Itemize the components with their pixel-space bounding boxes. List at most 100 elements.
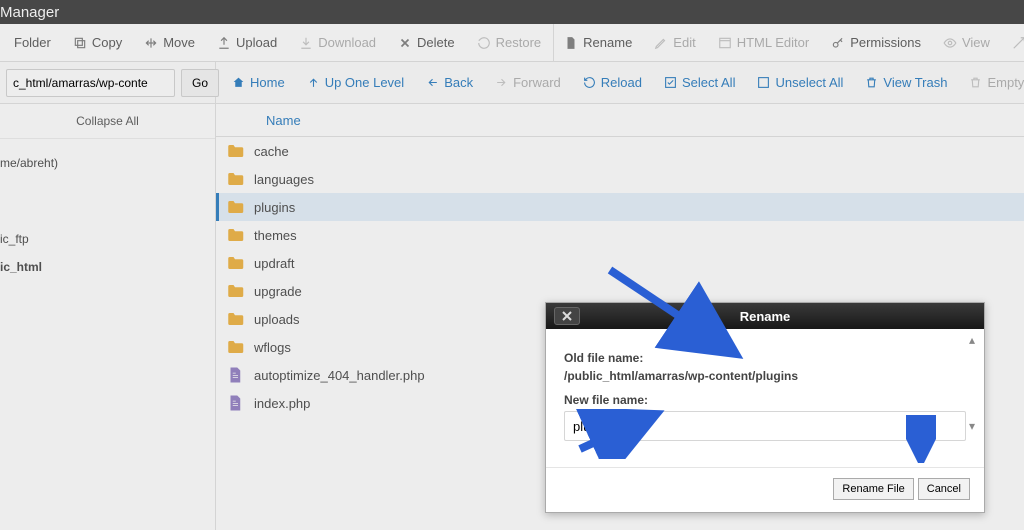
dialog-title: Rename — [740, 309, 791, 324]
dialog-scrollbar[interactable]: ▴ ▾ — [965, 333, 981, 433]
rename-icon — [564, 36, 578, 50]
file-name: wflogs — [254, 340, 291, 355]
html-editor-icon — [718, 36, 732, 50]
main-toolbar: Folder Copy Move Upload Download Delete … — [0, 24, 1024, 62]
rename-file-button[interactable]: Rename File — [833, 478, 913, 500]
folder-icon — [226, 254, 244, 272]
view-button[interactable]: View — [933, 24, 1000, 62]
rename-dialog: Rename Old file name: /public_html/amarr… — [545, 302, 985, 513]
up-icon — [307, 76, 320, 89]
rename-button[interactable]: Rename — [553, 24, 642, 62]
file-name: plugins — [254, 200, 295, 215]
folder-icon — [226, 282, 244, 300]
reload-label: Reload — [601, 75, 642, 90]
file-name: cache — [254, 144, 289, 159]
copy-label: Copy — [92, 35, 122, 50]
file-icon — [226, 366, 244, 384]
extract-button[interactable]: Extr — [1002, 24, 1024, 62]
old-name-label: Old file name: — [564, 351, 966, 365]
restore-button[interactable]: Restore — [467, 24, 552, 62]
folder-icon — [226, 226, 244, 244]
forward-nav[interactable]: Forward — [485, 62, 571, 104]
file-row[interactable]: languages — [216, 165, 1024, 193]
delete-icon — [398, 36, 412, 50]
reload-nav[interactable]: Reload — [573, 62, 652, 104]
new-name-label: New file name: — [564, 393, 966, 407]
forward-label: Forward — [513, 75, 561, 90]
extract-icon — [1012, 36, 1024, 50]
go-button[interactable]: Go — [181, 69, 219, 97]
new-name-input[interactable] — [564, 411, 966, 441]
copy-icon — [73, 36, 87, 50]
file-name: uploads — [254, 312, 300, 327]
permissions-button[interactable]: Permissions — [821, 24, 931, 62]
home-nav[interactable]: Home — [222, 62, 295, 104]
old-name-value: /public_html/amarras/wp-content/plugins — [564, 369, 798, 383]
scroll-down-icon[interactable]: ▾ — [965, 419, 979, 433]
pencil-icon — [654, 36, 668, 50]
file-row[interactable]: cache — [216, 137, 1024, 165]
trash-icon — [865, 76, 878, 89]
download-label: Download — [318, 35, 376, 50]
file-name: updraft — [254, 256, 294, 271]
restore-label: Restore — [496, 35, 542, 50]
cancel-button[interactable]: Cancel — [918, 478, 970, 500]
file-row[interactable]: updraft — [216, 249, 1024, 277]
dialog-close-button[interactable] — [554, 307, 580, 325]
folder-label: Folder — [14, 35, 51, 50]
up-nav[interactable]: Up One Level — [297, 62, 415, 104]
tree-item[interactable]: ic_html — [0, 253, 215, 281]
file-row[interactable]: upgrade — [216, 277, 1024, 305]
file-icon — [226, 394, 244, 412]
sidebar: Collapse All me/abreht) ic_ftp ic_html — [0, 104, 216, 530]
view-trash-label: View Trash — [883, 75, 947, 90]
folder-icon — [226, 310, 244, 328]
file-name: autoptimize_404_handler.php — [254, 368, 425, 383]
copy-button[interactable]: Copy — [63, 24, 132, 62]
move-button[interactable]: Move — [134, 24, 205, 62]
select-all-nav[interactable]: Select All — [654, 62, 745, 104]
nav-toolbar: Home Up One Level Back Forward Reload Se… — [216, 62, 1024, 103]
back-label: Back — [444, 75, 473, 90]
uncheck-icon — [757, 76, 770, 89]
edit-button[interactable]: Edit — [644, 24, 705, 62]
collapse-all[interactable]: Collapse All — [0, 104, 215, 139]
unselect-all-label: Unselect All — [775, 75, 843, 90]
dialog-titlebar[interactable]: Rename — [546, 303, 984, 329]
tree-item[interactable]: ic_ftp — [0, 225, 215, 253]
path-box: Go — [0, 62, 216, 103]
file-name: index.php — [254, 396, 310, 411]
file-row[interactable]: plugins — [216, 193, 1024, 221]
download-icon — [299, 36, 313, 50]
upload-icon — [217, 36, 231, 50]
folder-icon — [226, 338, 244, 356]
upload-button[interactable]: Upload — [207, 24, 287, 62]
key-icon — [831, 36, 845, 50]
folder-icon — [226, 198, 244, 216]
check-icon — [664, 76, 677, 89]
home-icon — [232, 76, 245, 89]
file-row[interactable]: themes — [216, 221, 1024, 249]
empty-trash-nav[interactable]: Empty Trash — [959, 62, 1024, 104]
unselect-all-nav[interactable]: Unselect All — [747, 62, 853, 104]
column-header-name[interactable]: Name — [216, 104, 1024, 137]
window-title: Manager — [0, 4, 59, 21]
delete-label: Delete — [417, 35, 455, 50]
html-editor-label: HTML Editor — [737, 35, 809, 50]
delete-button[interactable]: Delete — [388, 24, 465, 62]
close-icon — [562, 311, 572, 321]
download-button[interactable]: Download — [289, 24, 386, 62]
path-input[interactable] — [6, 69, 175, 97]
tree-item[interactable]: me/abreht) — [0, 149, 215, 177]
file-name: themes — [254, 228, 297, 243]
scroll-up-icon[interactable]: ▴ — [965, 333, 979, 347]
rename-label: Rename — [583, 35, 632, 50]
folder-button[interactable]: Folder — [4, 24, 61, 62]
html-editor-button[interactable]: HTML Editor — [708, 24, 819, 62]
file-name: upgrade — [254, 284, 302, 299]
view-trash-nav[interactable]: View Trash — [855, 62, 957, 104]
back-icon — [426, 76, 439, 89]
restore-icon — [477, 36, 491, 50]
back-nav[interactable]: Back — [416, 62, 483, 104]
folder-icon — [226, 142, 244, 160]
